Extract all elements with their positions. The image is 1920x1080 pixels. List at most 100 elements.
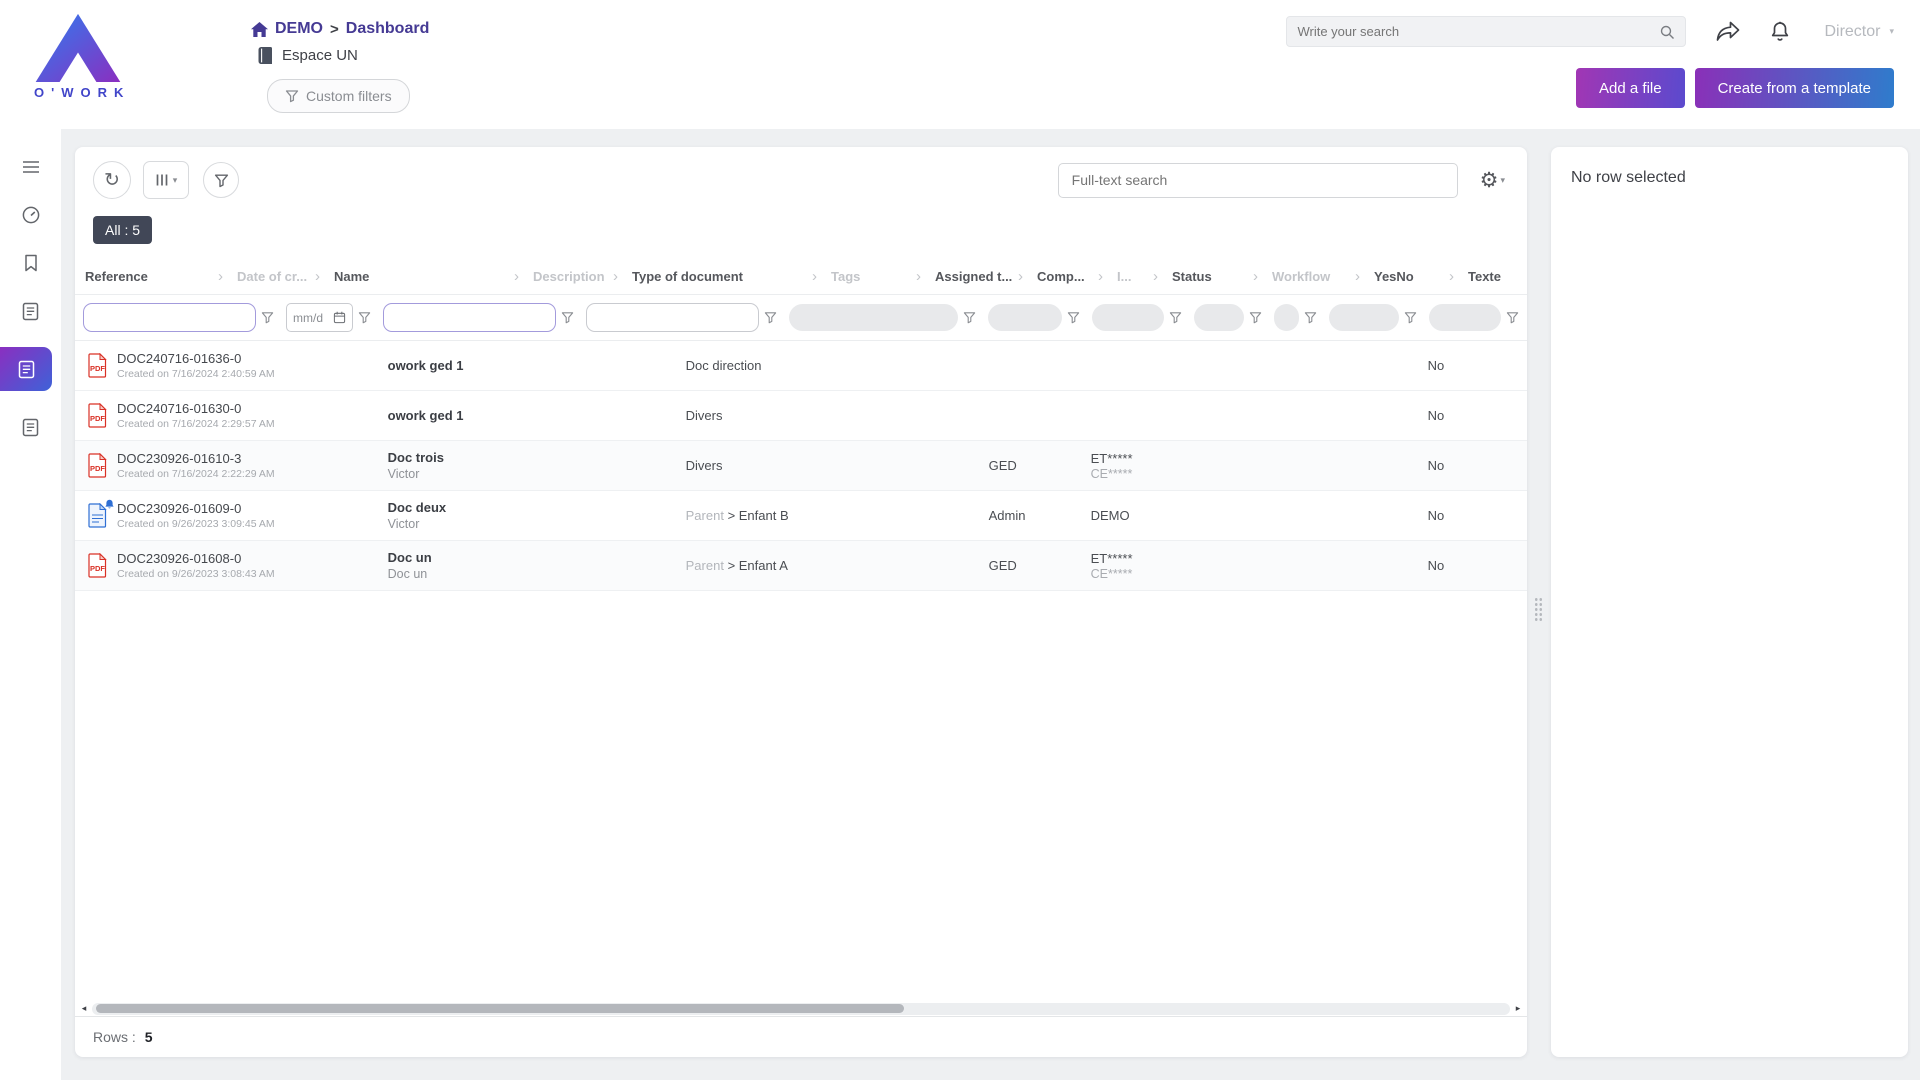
column-header-i[interactable]: I...›	[1107, 259, 1162, 294]
column-label: Status	[1172, 269, 1212, 284]
sidebar-item-bookmarks[interactable]	[0, 251, 61, 275]
app-logo[interactable]: O'WORK	[18, 10, 251, 129]
column-label: Name	[334, 269, 369, 284]
fulltext-search-input[interactable]	[1058, 163, 1458, 198]
role-dropdown[interactable]: Director ▾	[1824, 23, 1894, 41]
reference-text: DOC230926-01610-3	[117, 451, 275, 466]
table-row-DOC230926-01609-0[interactable]: DOC230926-01609-0Created on 9/26/2023 3:…	[75, 491, 1527, 541]
settings-gear-button[interactable]: ⚙▾	[1480, 168, 1505, 193]
cell-tags	[877, 341, 981, 390]
column-filter-input[interactable]	[586, 303, 759, 332]
column-filter-input[interactable]	[83, 303, 256, 332]
sidebar-item-documents[interactable]	[0, 299, 61, 323]
filter-funnel-icon[interactable]	[1304, 311, 1317, 324]
breadcrumb-demo[interactable]: DEMO	[275, 20, 323, 38]
cell-date	[283, 541, 380, 590]
cell-i	[1163, 341, 1218, 390]
table-row-DOC240716-01636-0[interactable]: PDFDOC240716-01636-0Created on 7/16/2024…	[75, 341, 1527, 391]
date-placeholder: mm/d	[293, 311, 323, 325]
sidebar-item-ged[interactable]	[0, 347, 52, 391]
search-icon[interactable]	[1659, 24, 1675, 40]
cell-description	[579, 391, 678, 440]
notifications-bell-icon[interactable]	[1770, 21, 1790, 43]
cell-assigned: GED	[981, 541, 1083, 590]
sidebar-menu-toggle[interactable]	[0, 155, 61, 179]
cell-type: Divers	[678, 391, 877, 440]
space-label: Espace UN	[282, 47, 358, 64]
sort-chevron-icon: ›	[613, 268, 618, 285]
table-row-DOC240716-01630-0[interactable]: PDFDOC240716-01630-0Created on 7/16/2024…	[75, 391, 1527, 441]
cell-tags	[877, 541, 981, 590]
tab-all[interactable]: All : 5	[93, 216, 152, 244]
column-header-type-of-document[interactable]: Type of document›	[622, 259, 821, 294]
hamburger-icon	[22, 160, 40, 174]
column-header-description[interactable]: Description ›	[523, 259, 622, 294]
scroll-right-icon[interactable]: ▸	[1512, 1003, 1524, 1014]
sidebar-item-dashboard[interactable]	[0, 203, 61, 227]
cell-workflow	[1318, 441, 1420, 490]
date-filter-input[interactable]: mm/d	[286, 303, 353, 332]
filter-funnel-icon[interactable]	[561, 311, 574, 324]
cell-name: Doc troisVictor	[380, 441, 579, 490]
column-header-reference[interactable]: Reference›	[75, 259, 227, 294]
table-filter-row: mm/d	[75, 295, 1527, 341]
column-chooser-button[interactable]: ▾	[143, 161, 189, 199]
column-header-workflow[interactable]: Workflow ›	[1262, 259, 1364, 294]
cell-texte	[1514, 391, 1527, 440]
table-toolbar: ↻ ▾ ⚙▾	[75, 147, 1527, 199]
sidebar-item-archives[interactable]	[0, 415, 61, 439]
custom-filters-button[interactable]: Custom filters	[267, 79, 410, 113]
sort-chevron-icon: ›	[1153, 268, 1158, 285]
table-footer: Rows : 5	[75, 1016, 1527, 1057]
table-row-DOC230926-01608-0[interactable]: PDFDOC230926-01608-0Created on 9/26/2023…	[75, 541, 1527, 591]
filter-funnel-icon[interactable]	[1169, 311, 1182, 324]
scrollbar-thumb[interactable]	[96, 1004, 904, 1013]
refresh-button[interactable]: ↻	[93, 161, 131, 199]
column-header-date-of-cr[interactable]: Date of cr...›	[227, 259, 324, 294]
column-label: Comp...	[1037, 269, 1085, 284]
column-header-tags[interactable]: Tags›	[821, 259, 925, 294]
column-header-yesno[interactable]: YesNo›	[1364, 259, 1458, 294]
column-header-status[interactable]: Status›	[1162, 259, 1262, 294]
cell-name: owork ged 1	[380, 341, 579, 390]
tabs-row: All : 5	[75, 199, 1527, 244]
filter-funnel-icon[interactable]	[358, 311, 371, 324]
column-header-name[interactable]: Name›	[324, 259, 523, 294]
filter-funnel-icon[interactable]	[1506, 311, 1519, 324]
filter-funnel-icon[interactable]	[261, 311, 274, 324]
breadcrumb-dashboard[interactable]: Dashboard	[346, 20, 430, 38]
table-row-DOC230926-01610-3[interactable]: PDFDOC230926-01610-3Created on 7/16/2024…	[75, 441, 1527, 491]
column-header-assigned-t[interactable]: Assigned t...›	[925, 259, 1027, 294]
cell-workflow	[1318, 391, 1420, 440]
sort-chevron-icon: ›	[1355, 268, 1360, 285]
gauge-icon	[21, 205, 41, 225]
column-header-texte[interactable]: Texte›	[1458, 259, 1527, 294]
filter-funnel-icon[interactable]	[1404, 311, 1417, 324]
panel-resize-handle[interactable]	[1534, 597, 1543, 623]
horizontal-scrollbar[interactable]: ◂ ▸	[75, 1001, 1527, 1016]
cell-i	[1163, 491, 1218, 540]
chevron-down-icon: ▾	[1500, 175, 1505, 186]
filter-funnel-icon[interactable]	[963, 311, 976, 324]
cell-type: Doc direction	[678, 341, 877, 390]
column-label: Workflow	[1272, 269, 1330, 284]
cell-status	[1218, 441, 1318, 490]
sort-chevron-icon: ›	[812, 268, 817, 285]
create-from-template-button[interactable]: Create from a template	[1695, 68, 1894, 108]
scroll-left-icon[interactable]: ◂	[78, 1003, 90, 1014]
sort-chevron-icon: ›	[218, 268, 223, 285]
column-filter-input[interactable]	[383, 303, 556, 332]
space-row: Espace UN	[258, 47, 429, 64]
share-icon[interactable]	[1716, 21, 1740, 42]
home-icon[interactable]	[251, 22, 268, 37]
global-search-input[interactable]	[1297, 24, 1651, 39]
column-header-comp[interactable]: Comp...›	[1027, 259, 1107, 294]
add-file-button[interactable]: Add a file	[1576, 68, 1685, 108]
pdf-file-icon: PDF	[87, 553, 108, 578]
filter-button[interactable]	[203, 162, 239, 198]
column-label: Description	[533, 269, 605, 284]
filter-funnel-icon[interactable]	[1249, 311, 1262, 324]
filter-funnel-icon[interactable]	[1067, 311, 1080, 324]
filter-funnel-icon[interactable]	[764, 311, 777, 324]
scrollbar-track[interactable]	[92, 1003, 1510, 1015]
